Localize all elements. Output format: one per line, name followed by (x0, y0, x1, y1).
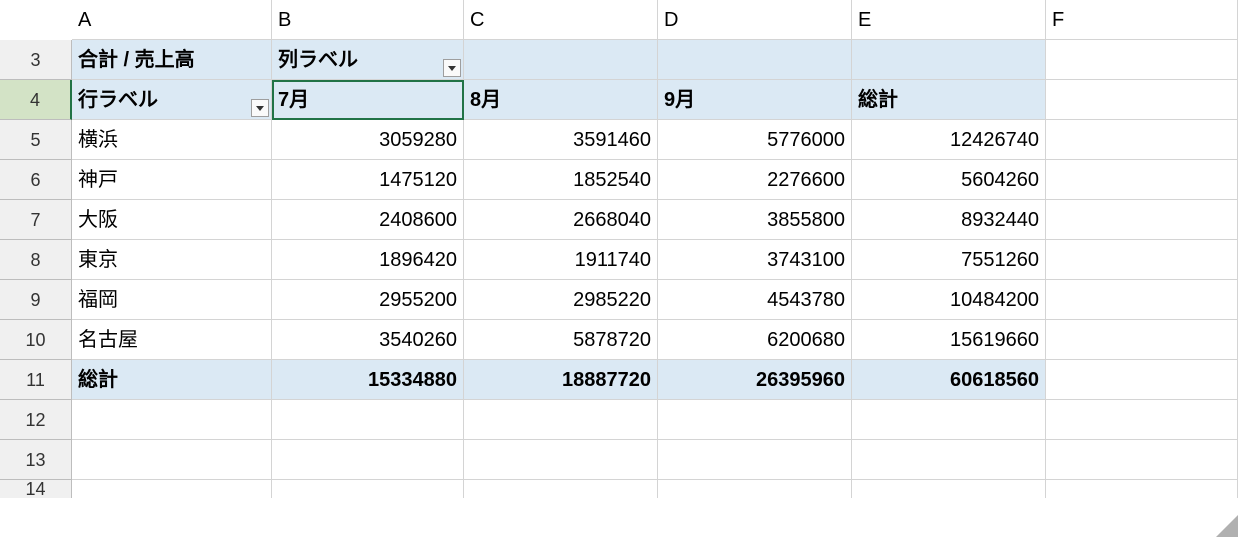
pivot-row-label[interactable]: 福岡 (72, 280, 272, 320)
pivot-grand-total[interactable]: 26395960 (658, 360, 852, 400)
pivot-row-label[interactable]: 名古屋 (72, 320, 272, 360)
empty-cell[interactable] (1046, 280, 1238, 320)
pivot-blank (464, 40, 658, 80)
pivot-col-label-0[interactable]: 7月 (272, 80, 464, 120)
pivot-value[interactable]: 3540260 (272, 320, 464, 360)
pivot-row-label[interactable]: 東京 (72, 240, 272, 280)
row-header-10[interactable]: 10 (0, 320, 72, 360)
pivot-value[interactable]: 1475120 (272, 160, 464, 200)
row-header-6[interactable]: 6 (0, 160, 72, 200)
empty-cell[interactable] (1046, 40, 1238, 80)
col-header-E[interactable]: E (852, 0, 1046, 40)
empty-cell[interactable] (464, 480, 658, 498)
empty-cell[interactable] (72, 480, 272, 498)
pivot-value[interactable]: 5604260 (852, 160, 1046, 200)
empty-cell[interactable] (1046, 480, 1238, 498)
pivot-grand-total[interactable]: 15334880 (272, 360, 464, 400)
pivot-value[interactable]: 3059280 (272, 120, 464, 160)
empty-cell[interactable] (1046, 320, 1238, 360)
pivot-value[interactable]: 1896420 (272, 240, 464, 280)
col-header-C[interactable]: C (464, 0, 658, 40)
pivot-col-label-1[interactable]: 8月 (464, 80, 658, 120)
empty-cell[interactable] (1046, 360, 1238, 400)
pivot-value[interactable]: 2276600 (658, 160, 852, 200)
pivot-value[interactable]: 5776000 (658, 120, 852, 160)
pivot-value[interactable]: 3855800 (658, 200, 852, 240)
pivot-value[interactable]: 12426740 (852, 120, 1046, 160)
empty-cell[interactable] (272, 480, 464, 498)
col-header-F[interactable]: F (1046, 0, 1238, 40)
pivot-grand-total[interactable]: 18887720 (464, 360, 658, 400)
row-header-12[interactable]: 12 (0, 400, 72, 440)
empty-cell[interactable] (1046, 240, 1238, 280)
empty-cell[interactable] (72, 400, 272, 440)
empty-cell[interactable] (1046, 120, 1238, 160)
pivot-value[interactable]: 10484200 (852, 280, 1046, 320)
pivot-row-label-header[interactable]: 行ラベル (72, 80, 272, 120)
pivot-value[interactable]: 1911740 (464, 240, 658, 280)
pivot-blank (658, 40, 852, 80)
pivot-value[interactable]: 2955200 (272, 280, 464, 320)
empty-cell[interactable] (72, 440, 272, 480)
row-header-9[interactable]: 9 (0, 280, 72, 320)
empty-cell[interactable] (464, 400, 658, 440)
empty-cell[interactable] (1046, 80, 1238, 120)
pivot-row-label[interactable]: 大阪 (72, 200, 272, 240)
empty-cell[interactable] (1046, 440, 1238, 480)
pivot-col-grand-total[interactable]: 総計 (852, 80, 1046, 120)
empty-cell[interactable] (852, 480, 1046, 498)
pivot-value[interactable]: 8932440 (852, 200, 1046, 240)
pivot-value[interactable]: 15619660 (852, 320, 1046, 360)
col-header-D[interactable]: D (658, 0, 852, 40)
row-header-13[interactable]: 13 (0, 440, 72, 480)
pivot-value[interactable]: 4543780 (658, 280, 852, 320)
empty-cell[interactable] (272, 440, 464, 480)
pivot-value[interactable]: 3743100 (658, 240, 852, 280)
empty-cell[interactable] (658, 440, 852, 480)
col-header-A[interactable]: A (72, 0, 272, 40)
empty-cell[interactable] (272, 400, 464, 440)
filter-dropdown-button[interactable] (251, 99, 269, 117)
select-all-corner[interactable] (0, 0, 72, 40)
empty-cell[interactable] (852, 400, 1046, 440)
pivot-grand-total-label[interactable]: 総計 (72, 360, 272, 400)
row-header-14[interactable]: 14 (0, 480, 72, 498)
pivot-col-label-header[interactable]: 列ラベル (272, 40, 464, 80)
filter-dropdown-button[interactable] (443, 59, 461, 77)
col-header-B[interactable]: B (272, 0, 464, 40)
pivot-col-label-2[interactable]: 9月 (658, 80, 852, 120)
empty-cell[interactable] (464, 440, 658, 480)
row-header-7[interactable]: 7 (0, 200, 72, 240)
row-header-5[interactable]: 5 (0, 120, 72, 160)
row-header-3[interactable]: 3 (0, 40, 72, 80)
empty-cell[interactable] (1046, 160, 1238, 200)
pivot-value[interactable]: 2985220 (464, 280, 658, 320)
empty-cell[interactable] (852, 440, 1046, 480)
pivot-value[interactable]: 2408600 (272, 200, 464, 240)
empty-cell[interactable] (658, 400, 852, 440)
pivot-grand-total[interactable]: 60618560 (852, 360, 1046, 400)
pivot-blank (852, 40, 1046, 80)
pivot-value[interactable]: 1852540 (464, 160, 658, 200)
pivot-value-field: 合計 / 売上高 (72, 40, 272, 80)
empty-cell[interactable] (1046, 400, 1238, 440)
pivot-value[interactable]: 3591460 (464, 120, 658, 160)
pivot-value[interactable]: 6200680 (658, 320, 852, 360)
row-header-4[interactable]: 4 (0, 80, 72, 120)
pivot-row-label[interactable]: 横浜 (72, 120, 272, 160)
pivot-value[interactable]: 5878720 (464, 320, 658, 360)
pivot-value[interactable]: 2668040 (464, 200, 658, 240)
pivot-row-label[interactable]: 神戸 (72, 160, 272, 200)
empty-cell[interactable] (658, 480, 852, 498)
pivot-value[interactable]: 7551260 (852, 240, 1046, 280)
empty-cell[interactable] (1046, 200, 1238, 240)
row-header-11[interactable]: 11 (0, 360, 72, 400)
row-header-8[interactable]: 8 (0, 240, 72, 280)
